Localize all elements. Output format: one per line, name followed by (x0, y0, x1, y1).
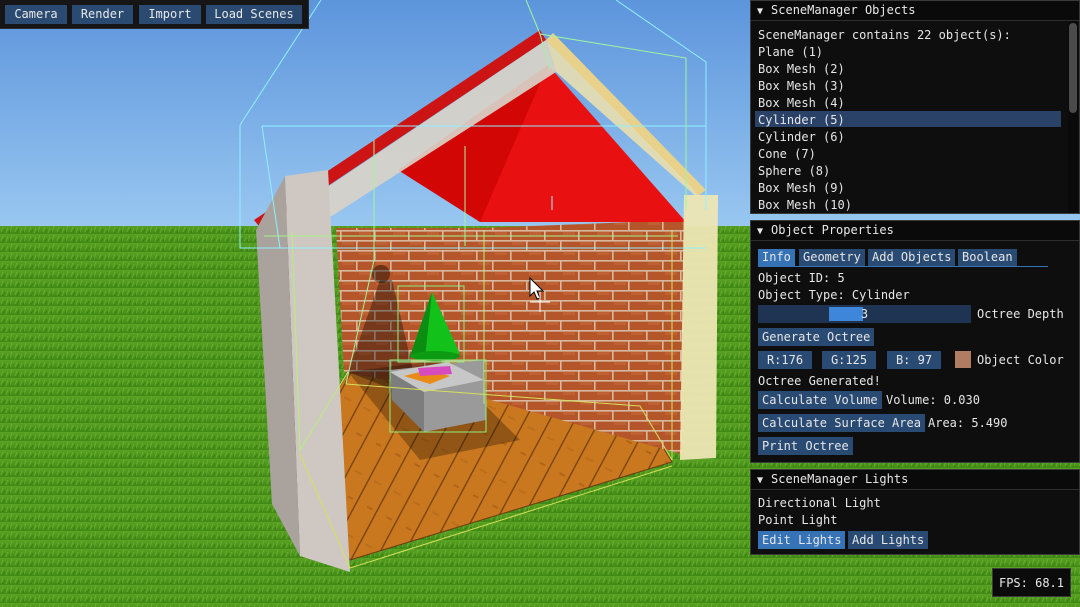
add-lights-button[interactable]: Add Lights (848, 531, 929, 549)
octree-depth-slider[interactable]: 3 (758, 305, 971, 323)
object-list-item[interactable]: Box Mesh (3) (758, 78, 845, 94)
light-list-item[interactable]: Point Light (758, 512, 837, 528)
load-scenes-button[interactable]: Load Scenes (206, 5, 302, 24)
object-color-label: Object Color (977, 353, 1064, 367)
objects-scrollbar[interactable] (1068, 21, 1078, 213)
objects-scrollbar-thumb[interactable] (1069, 23, 1077, 113)
octree-depth-label: Octree Depth (977, 307, 1064, 321)
calculate-surface-area-button[interactable]: Calculate Surface Area (758, 414, 925, 432)
color-swatch[interactable] (955, 351, 971, 368)
lights-panel-header[interactable]: ▼ SceneManager Lights (751, 470, 1079, 490)
object-list-item[interactable]: Sphere (8) (758, 163, 830, 179)
fps-counter: FPS: 68.1 (992, 568, 1071, 597)
tab-info[interactable]: Info (758, 249, 795, 266)
object-list-item-selected[interactable]: Cylinder (5) (758, 112, 845, 128)
object-properties-header[interactable]: ▼ Object Properties (751, 221, 1079, 241)
collapse-triangle-icon[interactable]: ▼ (757, 471, 763, 490)
object-list-item[interactable]: Plane (1) (758, 44, 823, 60)
area-value: Area: 5.490 (928, 416, 1008, 430)
color-g-field[interactable]: G:125 (822, 351, 876, 369)
tab-add-objects[interactable]: Add Objects (868, 249, 956, 266)
camera-button[interactable]: Camera (5, 5, 67, 24)
object-properties-title: Object Properties (771, 223, 894, 237)
objects-panel-header[interactable]: ▼ SceneManager Objects (751, 1, 1079, 21)
color-b-field[interactable]: B: 97 (887, 351, 941, 369)
tab-boolean[interactable]: Boolean (958, 249, 1017, 266)
tab-underline (758, 266, 1048, 267)
generate-octree-button[interactable]: Generate Octree (758, 328, 875, 346)
objects-panel-title: SceneManager Objects (771, 3, 916, 17)
import-button[interactable]: Import (139, 5, 201, 24)
objects-panel: ▼ SceneManager Objects SceneManager conta… (750, 0, 1080, 214)
volume-value: Volume: 0.030 (886, 393, 980, 407)
objects-summary: SceneManager contains 22 object(s): (758, 28, 1011, 42)
object-properties-panel: ▼ Object Properties Info Geometry Add Obj… (750, 220, 1080, 463)
calculate-volume-button[interactable]: Calculate Volume (758, 391, 882, 409)
object-list-item[interactable]: Cone (7) (758, 146, 816, 162)
object-list-item[interactable]: Box Mesh (10) (758, 197, 852, 213)
color-r-field[interactable]: R:176 (758, 351, 812, 369)
lights-panel-title: SceneManager Lights (771, 472, 909, 486)
octree-status: Octree Generated! (758, 374, 881, 388)
object-list-item[interactable]: Box Mesh (2) (758, 61, 845, 77)
collapse-triangle-icon[interactable]: ▼ (757, 2, 763, 21)
object-list-item[interactable]: Box Mesh (9) (758, 180, 845, 196)
octree-depth-value: 3 (860, 307, 869, 321)
object-type-label: Object Type: Cylinder (758, 288, 910, 302)
tab-geometry[interactable]: Geometry (799, 249, 865, 266)
edit-lights-button[interactable]: Edit Lights (758, 531, 846, 549)
collapse-triangle-icon[interactable]: ▼ (757, 222, 763, 241)
object-list-item[interactable]: Box Mesh (4) (758, 95, 845, 111)
light-list-item[interactable]: Directional Light (758, 495, 881, 511)
render-button[interactable]: Render (72, 5, 133, 24)
print-octree-button[interactable]: Print Octree (758, 437, 853, 455)
object-list-item[interactable]: Cylinder (6) (758, 129, 845, 145)
object-id-label: Object ID: 5 (758, 271, 845, 285)
lights-panel: ▼ SceneManager Lights Directional Light P… (750, 469, 1080, 555)
main-menu-bar: Camera Render Import Load Scenes (0, 0, 309, 29)
